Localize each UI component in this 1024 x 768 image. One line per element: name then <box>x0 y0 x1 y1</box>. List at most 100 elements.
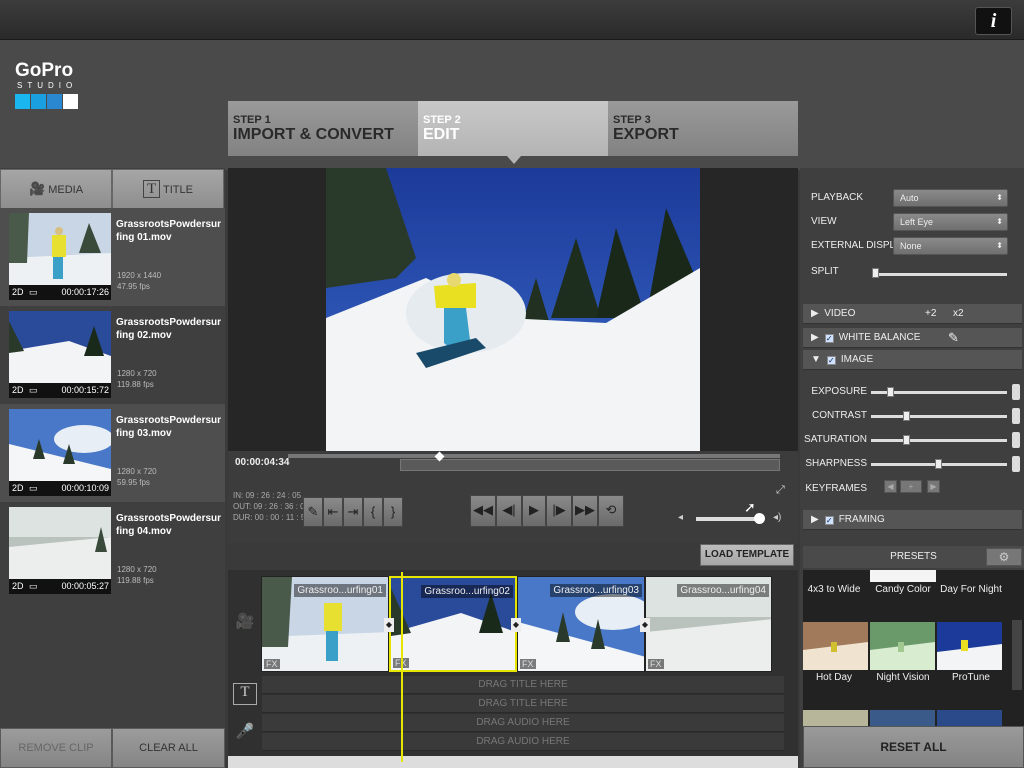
view-select[interactable]: Left Eye ⬍ <box>893 213 1008 231</box>
step-forward-icon[interactable]: |▶ <box>546 495 572 527</box>
fast-forward-icon[interactable]: ▶▶ <box>572 495 598 527</box>
play-icon[interactable]: ▶ <box>522 495 546 527</box>
preset-label: 4x3 to Wide <box>807 584 861 595</box>
preset-thumbnail[interactable] <box>870 710 935 726</box>
split-knob[interactable] <box>872 268 879 278</box>
audio-drop-zone[interactable]: DRAG AUDIO HERE <box>262 733 784 751</box>
sharpness-knob[interactable] <box>935 459 942 469</box>
remove-clip-button[interactable]: REMOVE CLIP <box>0 728 112 768</box>
white-balance-section[interactable]: ▶ ✓ WHITE BALANCE ✎ <box>803 328 1022 348</box>
media-clip[interactable]: GrassrootsPowdersurfing 02.mov 1280 x 72… <box>0 306 225 404</box>
timeline-clip-label: Grassroo...urfing01 <box>294 584 386 597</box>
rewind-icon[interactable]: ◀◀ <box>470 495 496 527</box>
contrast-stepper[interactable] <box>1012 408 1020 424</box>
media-tab[interactable]: 🎥 MEDIA <box>0 169 112 209</box>
logo-square-icon <box>31 94 46 109</box>
step-edit-tab[interactable]: STEP 2 EDIT <box>418 101 608 156</box>
eyedropper-icon[interactable]: ✎ <box>948 328 959 348</box>
sharpness-stepper[interactable] <box>1012 456 1020 472</box>
gear-icon[interactable]: ⚙ <box>986 548 1022 566</box>
fx-badge[interactable]: FX <box>520 659 536 669</box>
presets-scrollbar[interactable] <box>1012 620 1022 690</box>
marker-icon[interactable]: ✎ <box>303 497 323 527</box>
playback-select[interactable]: Auto ⬍ <box>893 189 1008 207</box>
saturation-knob[interactable] <box>903 435 910 445</box>
split-slider[interactable] <box>873 273 1007 276</box>
preset-thumbnail[interactable] <box>937 710 1002 726</box>
logo-sub: STUDIO <box>17 81 78 90</box>
video-frame[interactable] <box>326 168 700 451</box>
clip-meta: 1280 x 720 59.95 fps <box>117 466 157 488</box>
exposure-stepper[interactable] <box>1012 384 1020 400</box>
fullscreen-icon[interactable]: ⤢ <box>776 484 785 497</box>
load-template-button[interactable]: LOAD TEMPLATE <box>700 544 794 566</box>
media-clip[interactable]: GrassrootsPowdersurfing 03.mov 1280 x 72… <box>0 404 225 502</box>
timeline-scrollbar[interactable] <box>228 756 798 768</box>
clip-resolution: 1280 x 720 <box>117 369 157 378</box>
contrast-knob[interactable] <box>903 411 910 421</box>
mark-out-icon[interactable]: } <box>383 497 403 527</box>
exposure-knob[interactable] <box>887 387 894 397</box>
trim-range[interactable] <box>400 459 780 471</box>
media-clip[interactable]: GrassrootsPowdersurfing 01.mov 1920 x 14… <box>0 208 225 306</box>
fx-badge[interactable]: FX <box>648 659 664 669</box>
chat-icon: ▭ <box>29 581 38 591</box>
mark-in-icon[interactable]: { <box>363 497 383 527</box>
contrast-slider[interactable] <box>871 415 1007 418</box>
split-label: SPLIT <box>811 266 839 277</box>
top-bar <box>0 0 1024 40</box>
saturation-slider[interactable] <box>871 439 1007 442</box>
next-keyframe-icon[interactable]: ▶ <box>927 480 940 493</box>
preset-protune[interactable] <box>937 622 1002 670</box>
timeline-playhead[interactable] <box>401 572 403 762</box>
step-export-tab[interactable]: STEP 3 EXPORT <box>608 101 798 156</box>
go-to-in-icon[interactable]: ⇤ <box>323 497 343 527</box>
preset-hot-day[interactable] <box>803 622 868 670</box>
image-section[interactable]: ▼ ✓ IMAGE <box>803 350 1022 370</box>
volume-high-icon: ◂) <box>773 512 782 523</box>
info-button[interactable]: i <box>975 7 1012 35</box>
title-tab[interactable]: T TITLE <box>112 169 224 209</box>
transition-icon[interactable]: ◆ <box>511 618 521 632</box>
volume-slider[interactable] <box>696 517 758 521</box>
step-import-tab[interactable]: STEP 1 IMPORT & CONVERT <box>228 101 418 156</box>
media-clip[interactable]: GrassrootsPowdersurfing 04.mov 1280 x 72… <box>0 502 225 600</box>
checkbox-icon[interactable]: ✓ <box>824 334 834 343</box>
external-display-select[interactable]: None ⬍ <box>893 237 1008 255</box>
clip-fps: 47.95 fps <box>117 282 150 291</box>
title-tab-label: TITLE <box>163 184 193 196</box>
go-to-out-icon[interactable]: ⇥ <box>343 497 363 527</box>
clip-thumbnail <box>9 213 111 285</box>
clear-all-button[interactable]: CLEAR ALL <box>112 728 225 768</box>
video-plus2: +2 <box>925 308 937 319</box>
timeline-clip[interactable]: Grassroo...urfing01 FX <box>261 576 389 672</box>
title-drop-zone[interactable]: DRAG TITLE HERE <box>262 676 784 694</box>
preset-thumbnail[interactable] <box>870 570 936 582</box>
saturation-label: SATURATION <box>804 434 867 445</box>
fx-badge[interactable]: FX <box>264 659 280 669</box>
keyframes-label: KEYFRAMES <box>805 483 867 494</box>
saturation-stepper[interactable] <box>1012 432 1020 448</box>
preset-thumbnail[interactable] <box>803 710 868 726</box>
white-balance-label: WHITE BALANCE <box>838 332 921 343</box>
timeline-clip-selected[interactable]: Grassroo...urfing02 FX <box>389 576 517 672</box>
framing-section[interactable]: ▶ ✓ FRAMING <box>803 510 1022 530</box>
loop-icon[interactable]: ⟲ <box>598 495 624 527</box>
step-back-icon[interactable]: ◀| <box>496 495 522 527</box>
transition-icon[interactable]: ◆ <box>384 618 394 632</box>
video-section[interactable]: ▶ VIDEO +2 x2 <box>803 304 1022 324</box>
title-drop-zone[interactable]: DRAG TITLE HERE <box>262 695 784 713</box>
timeline-clip[interactable]: Grassroo...urfing03 FX <box>517 576 645 672</box>
audio-drop-zone[interactable]: DRAG AUDIO HERE <box>262 714 784 732</box>
prev-keyframe-icon[interactable]: ◀ <box>884 480 897 493</box>
add-keyframe-icon[interactable]: + <box>900 480 922 493</box>
checkbox-icon[interactable]: ✓ <box>826 356 836 365</box>
timeline-clip[interactable]: Grassroo...urfing04 FX <box>645 576 772 672</box>
reset-all-button[interactable]: RESET ALL <box>803 726 1024 768</box>
checkbox-icon[interactable]: ✓ <box>824 516 834 525</box>
timeline-track[interactable] <box>288 454 780 458</box>
step-name: EDIT <box>423 126 460 143</box>
volume-low-icon: ◂ <box>678 512 684 523</box>
transition-icon[interactable]: ◆ <box>640 618 650 632</box>
preset-night-vision[interactable] <box>870 622 935 670</box>
